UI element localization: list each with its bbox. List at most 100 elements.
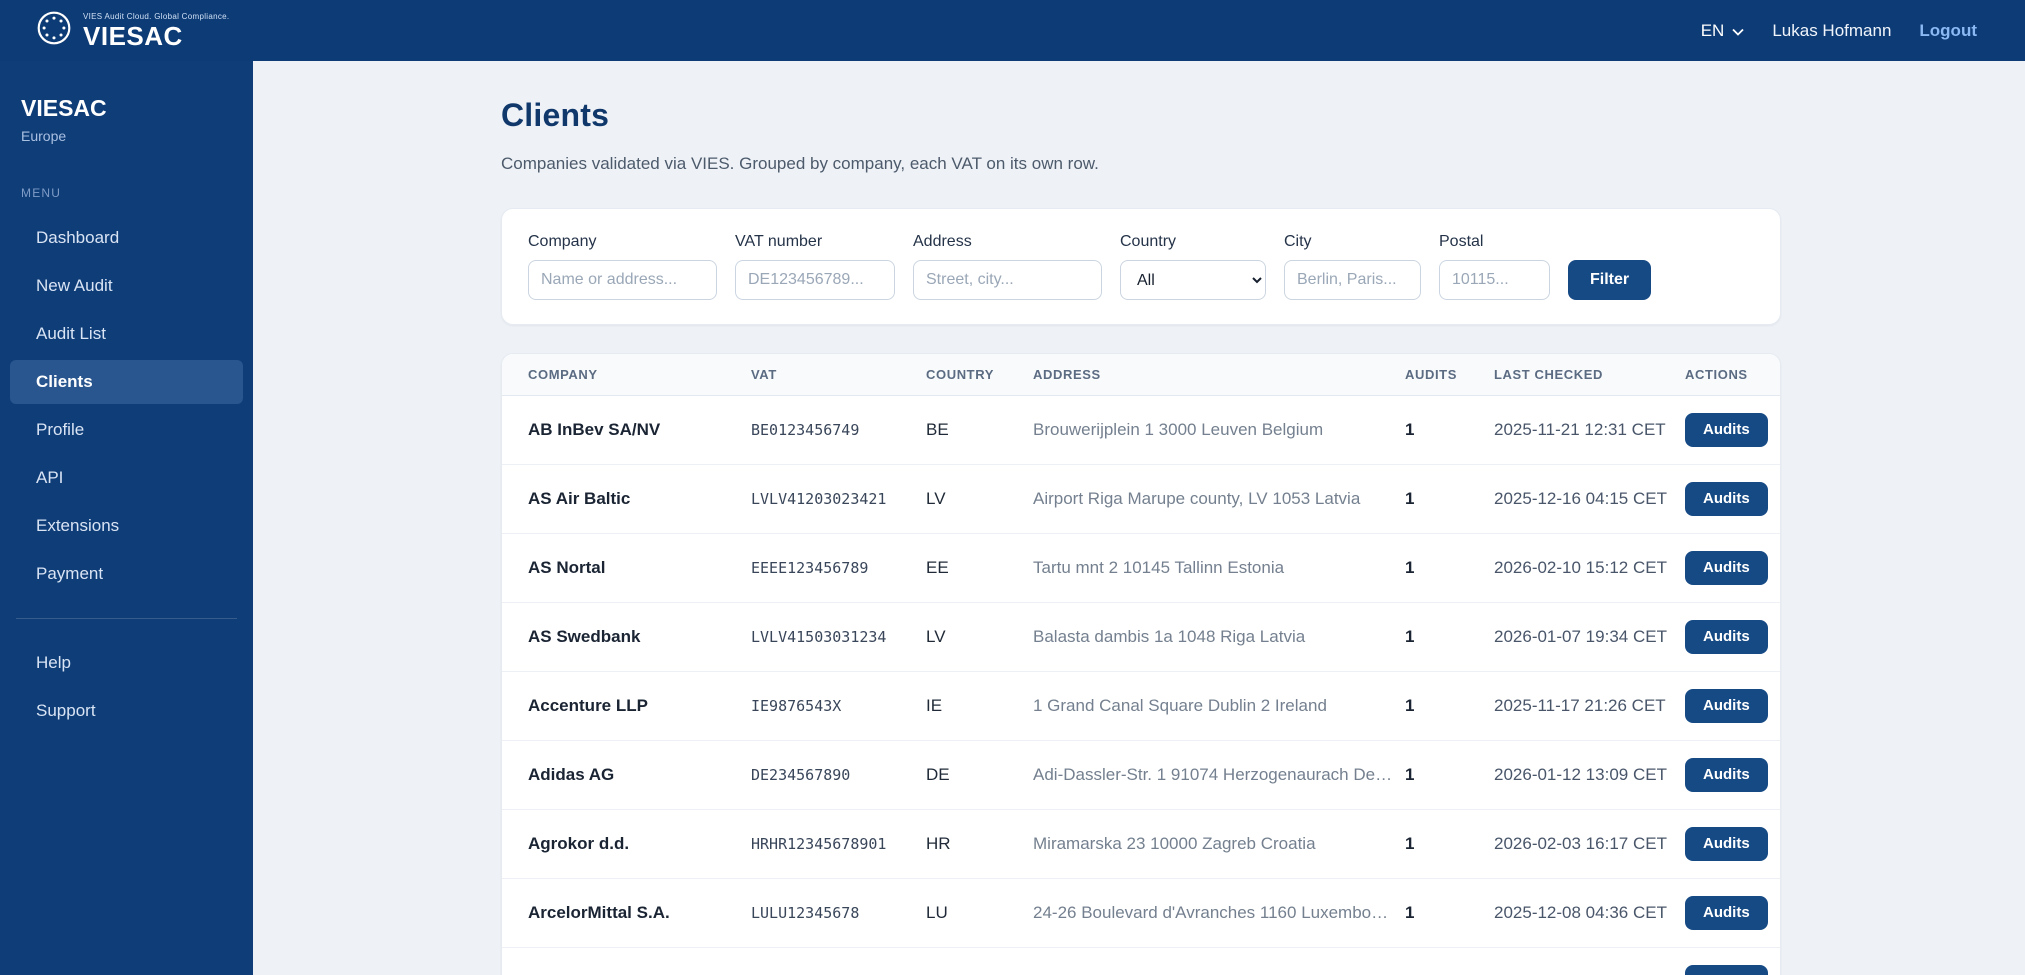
sidebar-item-payment[interactable]: Payment (10, 552, 243, 596)
audits-button[interactable]: Audits (1685, 550, 1768, 585)
audits-count-cell: 1 (1405, 877, 1494, 947)
table-row: Adidas AG DE234567890 DE Adi-Dassler-Str… (502, 739, 1780, 809)
sidebar-item-label: Extensions (36, 516, 120, 535)
sidebar-item-label: Help (36, 653, 71, 672)
vat-cell: LVLV41503031234 (751, 601, 926, 671)
filter-field-postal: Postal (1439, 233, 1550, 300)
topbar: VIES Audit Cloud. Global Compliance. VIE… (0, 0, 2025, 61)
sidebar-item-dashboard[interactable]: Dashboard (10, 216, 243, 260)
last-checked-cell: 2026-01-12 13:09 CET (1494, 739, 1685, 809)
table-row: BMW AG DE812345678 DE Petuelring 130 808… (502, 946, 1780, 975)
last-checked-cell: 2026-02-10 15:12 CET (1494, 532, 1685, 602)
company-filter-label: Company (528, 233, 597, 250)
language-selector[interactable]: EN (1701, 21, 1745, 41)
filter-field-vat: VAT number (735, 233, 895, 300)
country-cell: LV (926, 463, 1033, 533)
postal-filter-input[interactable] (1439, 260, 1550, 300)
table-row: AS Swedbank LVLV41503031234 LV Balasta d… (502, 601, 1780, 671)
audits-button[interactable]: Audits (1685, 481, 1768, 516)
address-cell: Petuelring 130 80809 München Deutschland (1033, 946, 1405, 975)
vat-cell: LULU12345678 (751, 877, 926, 947)
table-row: AS Air Baltic LVLV41203023421 LV Airport… (502, 463, 1780, 533)
user-name: Lukas Hofmann (1772, 20, 1892, 40)
audits-button[interactable]: Audits (1685, 619, 1768, 654)
country-filter-select[interactable]: All (1120, 260, 1266, 300)
sidebar-item-clients[interactable]: Clients (10, 360, 243, 404)
company-cell: BMW AG (502, 946, 751, 975)
address-cell: Miramarska 23 10000 Zagreb Croatia (1033, 808, 1405, 878)
table-row: AS Nortal EEEE123456789 EE Tartu mnt 2 1… (502, 532, 1780, 602)
audits-count-cell: 1 (1405, 532, 1494, 602)
sidebar-item-extensions[interactable]: Extensions (10, 504, 243, 548)
sidebar-item-label: Audit List (36, 324, 106, 343)
audits-count-cell: 1 (1405, 739, 1494, 809)
country-cell: BE (926, 419, 949, 439)
last-checked-cell: 2025-12-08 04:36 CET (1494, 877, 1685, 947)
address-cell: Brouwerijplein 1 3000 Leuven Belgium (1033, 419, 1324, 439)
country-cell: EE (926, 532, 1033, 602)
last-checked-cell: 2026-01-07 19:34 CET (1494, 601, 1685, 671)
audits-count-cell: 1 (1405, 601, 1494, 671)
page-subtitle: Companies validated via VIES. Grouped by… (501, 154, 1099, 173)
menu-section-label: MENU (21, 186, 62, 200)
audits-count-cell: 1 (1405, 946, 1494, 975)
column-header-vat: VAT (751, 354, 926, 396)
audits-count-cell: 1 (1405, 463, 1494, 533)
vat-cell: DE234567890 (751, 739, 926, 809)
sidebar-item-help[interactable]: Help (10, 641, 243, 685)
address-cell: 24-26 Boulevard d'Avranches 1160 Luxembo… (1033, 877, 1405, 947)
vat-cell: LVLV41203023421 (751, 463, 926, 533)
company-cell: ArcelorMittal S.A. (502, 877, 751, 947)
brand-name: VIESAC (83, 21, 183, 51)
sidebar-item-profile[interactable]: Profile (10, 408, 243, 452)
vat-cell: EEEE123456789 (751, 532, 926, 602)
last-checked-cell: 2025-11-21 12:31 CET (1494, 419, 1666, 439)
audits-button[interactable]: Audits (1685, 826, 1768, 861)
sidebar-item-label: Payment (36, 564, 104, 583)
company-cell: AS Air Baltic (502, 463, 751, 533)
sidebar-item-api[interactable]: API (10, 456, 243, 500)
filter-field-address: Address (913, 233, 1102, 300)
company-cell: Adidas AG (502, 739, 751, 809)
city-filter-label: City (1284, 233, 1312, 250)
topbar-right: EN Lukas Hofmann Logout (1701, 21, 1977, 41)
logout-link[interactable]: Logout (1919, 21, 1977, 41)
page-title: Clients (501, 97, 610, 133)
sidebar-nav: Dashboard New Audit Audit List Clients P… (0, 216, 253, 596)
country-cell: IE (926, 670, 1033, 740)
vat-cell: BE0123456749 (751, 420, 860, 439)
audits-button[interactable]: Audits (1685, 964, 1768, 975)
company-filter-input[interactable] (528, 260, 717, 300)
sidebar-item-audit-list[interactable]: Audit List (10, 312, 243, 356)
audits-count-cell: 1 (1405, 808, 1494, 878)
sidebar-item-support[interactable]: Support (10, 689, 243, 733)
postal-filter-label: Postal (1439, 233, 1484, 250)
table-row: Agrokor d.d. HRHR12345678901 HR Miramars… (502, 808, 1780, 878)
sidebar-divider (16, 618, 237, 619)
chevron-down-icon (1732, 21, 1744, 41)
sidebar-item-new-audit[interactable]: New Audit (10, 264, 243, 308)
column-header-last-checked: Last checked (1494, 354, 1685, 396)
table-row: ArcelorMittal S.A. LULU12345678 LU 24-26… (502, 877, 1780, 947)
audits-button[interactable]: Audits (1685, 895, 1768, 930)
audits-button[interactable]: Audits (1685, 757, 1768, 792)
company-cell: Agrokor d.d. (502, 808, 751, 878)
filter-button[interactable]: Filter (1568, 260, 1652, 300)
last-checked-cell: 2025-12-16 04:15 CET (1494, 463, 1685, 533)
address-filter-input[interactable] (913, 260, 1102, 300)
sidebar-item-label: Clients (36, 372, 93, 391)
country-filter-label: Country (1120, 233, 1177, 250)
country-cell: DE (926, 946, 1033, 975)
sidebar-region: Europe (21, 128, 67, 144)
vat-cell: DE812345678 (751, 946, 926, 975)
audits-button[interactable]: Audits (1685, 688, 1768, 723)
audits-button[interactable]: Audits (1685, 412, 1768, 447)
company-cell: AS Nortal (502, 532, 751, 602)
vat-filter-input[interactable] (735, 260, 895, 300)
main-content: Clients Companies validated via VIES. Gr… (253, 61, 2025, 975)
clients-table: Company VAT Country Address Audits Last … (502, 354, 1780, 975)
column-header-company: Company (502, 354, 751, 396)
city-filter-input[interactable] (1284, 260, 1421, 300)
country-cell: DE (926, 739, 1033, 809)
column-header-address: Address (1033, 354, 1405, 396)
